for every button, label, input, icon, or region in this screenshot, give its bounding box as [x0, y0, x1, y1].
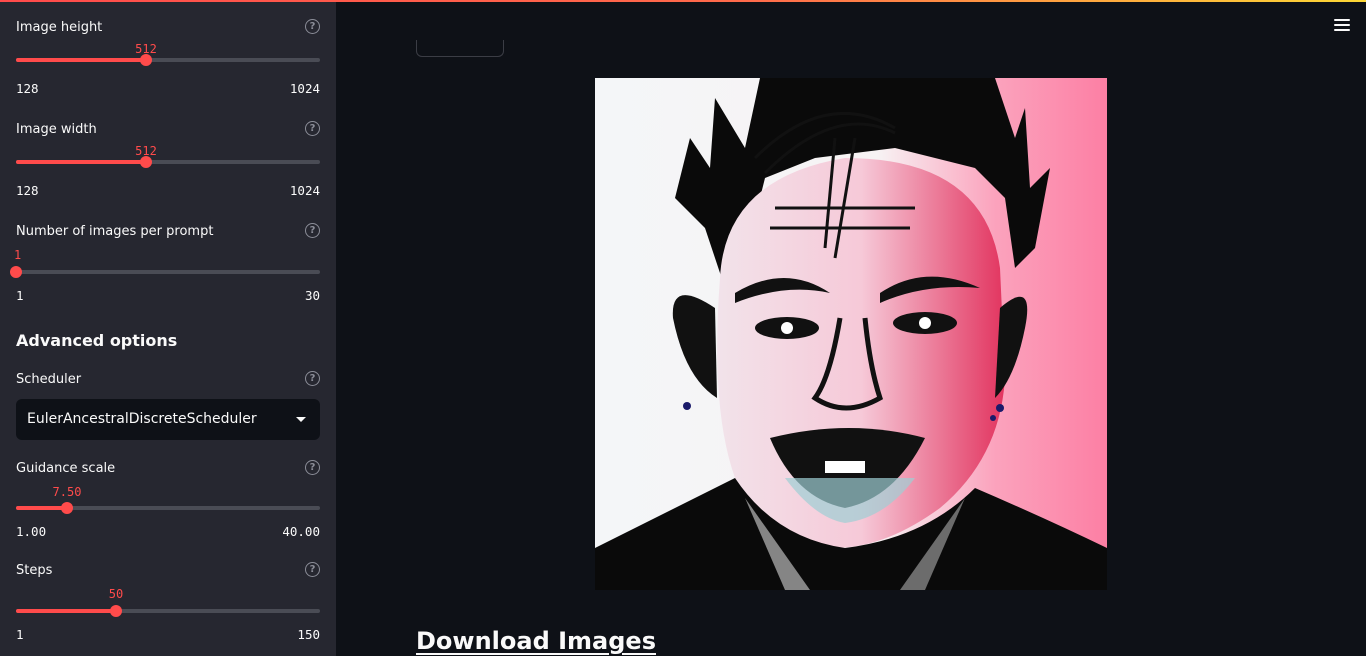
slider-thumb[interactable] [140, 54, 152, 66]
main-content: Download Images [336, 0, 1366, 656]
top-decoration-bar [0, 0, 1366, 2]
help-icon[interactable]: ? [305, 223, 320, 238]
image-height-slider[interactable] [16, 54, 320, 66]
image-width-slider-group: Image width ? 512 128 1024 [16, 121, 320, 202]
help-icon[interactable]: ? [305, 371, 320, 386]
scheduler-selected-value: EulerAncestralDiscreteScheduler [27, 411, 257, 427]
download-images-link[interactable]: Download Images [416, 627, 656, 655]
num-images-slider-group: Number of images per prompt ? 1 1 30 [10, 223, 320, 304]
image-width-slider[interactable] [16, 156, 320, 168]
slider-min-label: 1 [16, 288, 24, 303]
help-icon[interactable]: ? [305, 121, 320, 136]
steps-slider-group: Steps ? 50 1 150 [16, 562, 320, 643]
slider-thumb[interactable] [140, 156, 152, 168]
guidance-scale-label: Guidance scale [16, 461, 116, 476]
slider-thumb[interactable] [110, 605, 122, 617]
scheduler-group: Scheduler ? EulerAncestralDiscreteSchedu… [16, 371, 320, 442]
slider-fill [16, 160, 146, 164]
advanced-options-heading: Advanced options [16, 331, 178, 350]
scheduler-select[interactable]: EulerAncestralDiscreteScheduler [16, 399, 320, 440]
image-height-label: Image height [16, 20, 103, 35]
generated-portrait-image [595, 78, 1107, 590]
slider-max-label: 40.00 [282, 524, 320, 539]
slider-min-label: 1.00 [16, 524, 47, 539]
num-images-label: Number of images per prompt [16, 224, 214, 239]
image-width-label: Image width [16, 122, 97, 137]
num-images-slider[interactable] [10, 266, 320, 278]
steps-value: 50 [108, 587, 124, 601]
slider-fill [16, 609, 116, 613]
guidance-scale-slider-group: Guidance scale ? 7.50 1.00 40.00 [16, 460, 320, 541]
generate-button[interactable] [416, 40, 504, 57]
guidance-scale-slider[interactable] [16, 502, 320, 514]
guidance-scale-value: 7.50 [52, 485, 82, 499]
steps-label: Steps [16, 563, 53, 578]
slider-max-label: 1024 [289, 81, 320, 96]
slider-fill [16, 58, 146, 62]
help-icon[interactable]: ? [305, 562, 320, 577]
help-icon[interactable]: ? [305, 460, 320, 475]
slider-max-label: 150 [297, 627, 320, 642]
slider-min-label: 128 [16, 183, 39, 198]
slider-thumb[interactable] [10, 266, 22, 278]
help-icon[interactable]: ? [305, 19, 320, 34]
sidebar: Image height ? 512 128 1024 Image width … [0, 0, 336, 656]
num-images-value: 1 [14, 248, 22, 262]
slider-fill [16, 506, 67, 510]
image-height-slider-group: Image height ? 512 128 1024 [16, 19, 320, 100]
slider-min-label: 128 [16, 81, 39, 96]
hamburger-menu-icon[interactable] [1334, 19, 1350, 31]
chevron-down-icon [296, 417, 306, 422]
slider-min-label: 1 [16, 627, 24, 642]
scheduler-label: Scheduler [16, 372, 82, 387]
slider-max-label: 1024 [289, 183, 320, 198]
steps-slider[interactable] [16, 605, 320, 617]
slider-max-label: 30 [304, 288, 320, 303]
slider-thumb[interactable] [61, 502, 73, 514]
